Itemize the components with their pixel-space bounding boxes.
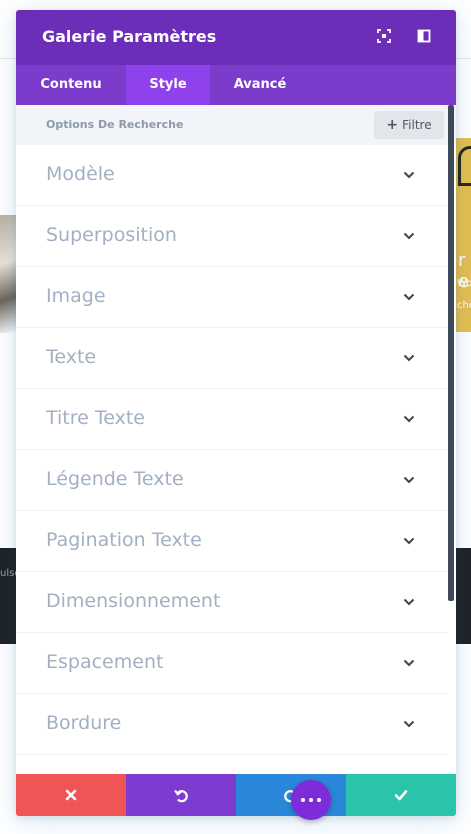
dot-icon	[309, 798, 313, 802]
background-card-text: Wo	[457, 278, 471, 289]
search-bar: Options De Recherche + Filtre	[16, 105, 456, 145]
toggle-label: Modèle	[46, 163, 115, 185]
toggle-label: Image	[46, 285, 106, 307]
toggle-label: Espacement	[46, 651, 164, 673]
scrollbar[interactable]	[448, 105, 454, 601]
modal-title: Galerie Paramètres	[42, 27, 217, 46]
filter-button[interactable]: + Filtre	[374, 111, 444, 139]
toggle-modele[interactable]: Modèle	[16, 145, 448, 206]
undo-button[interactable]	[126, 774, 236, 816]
settings-modal: Galerie Paramètres Contenu Style Avancé …	[16, 10, 456, 816]
toggle-texte[interactable]: Texte	[16, 328, 448, 389]
close-icon	[65, 789, 77, 801]
toggle-legende-texte[interactable]: Légende Texte	[16, 450, 448, 511]
tab-contenu[interactable]: Contenu	[16, 65, 126, 105]
toggle-bordure[interactable]: Bordure	[16, 694, 448, 755]
toggle-dimensionnement[interactable]: Dimensionnement	[16, 572, 448, 633]
toggle-image[interactable]: Image	[16, 267, 448, 328]
toggle-espacement[interactable]: Espacement	[16, 633, 448, 694]
tab-bar: Contenu Style Avancé	[16, 65, 456, 105]
split-view-icon[interactable]	[416, 28, 432, 44]
toggle-label: Titre Texte	[46, 407, 145, 429]
plus-icon: +	[386, 117, 399, 133]
chevron-down-icon	[403, 598, 415, 606]
tab-avance[interactable]: Avancé	[210, 65, 310, 105]
background-card-text: che	[457, 300, 471, 311]
chevron-down-icon	[403, 659, 415, 667]
toggle-pagination-texte[interactable]: Pagination Texte	[16, 511, 448, 572]
toggle-titre-texte[interactable]: Titre Texte	[16, 389, 448, 450]
dot-icon	[317, 798, 321, 802]
chevron-down-icon	[403, 720, 415, 728]
chevron-down-icon	[403, 232, 415, 240]
undo-icon	[174, 789, 188, 803]
cancel-button[interactable]	[16, 774, 126, 816]
chevron-down-icon	[403, 415, 415, 423]
chevron-down-icon	[403, 354, 415, 362]
expand-icon[interactable]	[376, 28, 392, 44]
search-input[interactable]: Options De Recherche	[46, 118, 183, 131]
save-button[interactable]	[346, 774, 456, 816]
dot-icon	[301, 798, 305, 802]
chevron-down-icon	[403, 293, 415, 301]
background-card: r e Wo che	[456, 138, 471, 332]
toggle-label: Légende Texte	[46, 468, 184, 490]
background-band-text: ulse	[0, 568, 16, 579]
toggle-label: Bordure	[46, 712, 122, 734]
arch-graphic	[458, 146, 471, 186]
check-icon	[394, 790, 408, 801]
background-image	[0, 215, 16, 333]
toggle-superposition[interactable]: Superposition	[16, 206, 448, 267]
chevron-down-icon	[403, 537, 415, 545]
filter-label: Filtre	[402, 118, 432, 132]
more-options-button[interactable]	[291, 780, 331, 820]
tab-style[interactable]: Style	[126, 65, 210, 105]
chevron-down-icon	[403, 476, 415, 484]
settings-toggle-list: Modèle Superposition Image Texte Titre T…	[16, 145, 448, 774]
toggle-label: Texte	[46, 346, 97, 368]
modal-header[interactable]: Galerie Paramètres	[16, 10, 456, 65]
chevron-down-icon	[403, 171, 415, 179]
toggle-label: Superposition	[46, 224, 177, 246]
toggle-label: Pagination Texte	[46, 529, 202, 551]
toggle-label: Dimensionnement	[46, 590, 221, 612]
modal-footer	[16, 774, 456, 816]
